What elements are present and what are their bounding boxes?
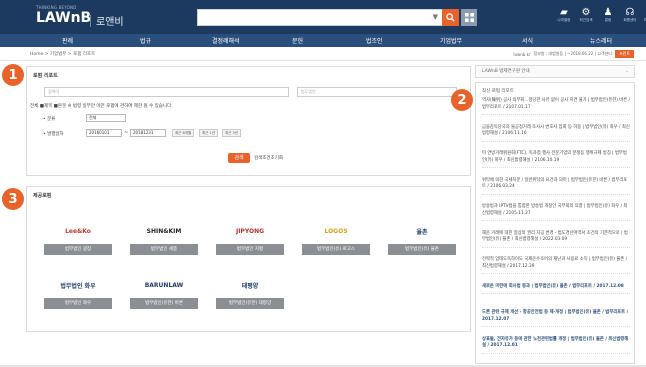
nav-item-4[interactable]: 법조인 <box>366 36 383 45</box>
detail-search-button[interactable] <box>461 9 477 26</box>
alert-icon: ♟ <box>603 7 613 18</box>
site-link[interactable]: lawnb.kr <box>513 52 530 57</box>
report-list-item[interactable]: 미 연방거래위원회(FTC), 독과점 행사 전문기업의 분쟁등 행위규제 방침… <box>482 151 630 168</box>
firm-card[interactable]: 태평양법무법인(유한) 태평양 <box>216 272 284 310</box>
firm-logo: 율촌 <box>416 228 428 236</box>
report-list-item[interactable]: 해운 거래에 대한 협상의 권리 지금 변경 - 법도경산여역서 조건의 기준적… <box>482 231 630 248</box>
logo-text: LAWnB <box>36 10 92 26</box>
header-icon-label: 최근검색 <box>579 18 593 22</box>
nav-item-0[interactable]: 판례 <box>62 36 73 45</box>
firm-logo: LOGOS <box>324 227 348 235</box>
report-list-item[interactable]: 방송법과 IPTV법을 통합한 방송법 개정안 국무회의 의결 | 법무법인(유… <box>482 204 630 221</box>
logo[interactable]: THINKING BEYOND LAWnB 로앤비 <box>36 5 124 28</box>
nav-item-2[interactable]: 결정례해석 <box>212 36 240 45</box>
firm-card[interactable]: JIPYONG 법무법인 지평 <box>216 218 284 256</box>
date-to-input[interactable]: 20181231 <box>130 129 166 137</box>
report-list-item[interactable]: 금융감독당국의 불공정거래 조사시 변호사 입회 등 허용 | 법무법인(유) … <box>482 125 630 142</box>
search-options[interactable]: 전체 ■제목 ■본문 ※ 법령 일부만 어떤 로펌에 관하여 제한 될 수 있습… <box>30 103 171 109</box>
type-label: • 분류 <box>43 117 56 122</box>
sidebar-dropdown-label: LAWnB 법제연구원 안내 <box>482 69 530 74</box>
firm-name: 법무법인 지평 <box>216 244 284 255</box>
report-list-item[interactable]: 상표들, 전자유가 등에 관한 노천관련법률 개정 | 법무법인(유) 율촌 /… <box>482 337 630 354</box>
firm-name: 법무법인(유한) 태평양 <box>216 298 284 309</box>
report-list-item[interactable]: 드론 관련 규제 개선 - 항공안전법 등 제·개정 | 법무법인(유) 율촌 … <box>482 310 630 327</box>
header-icon-label: 회원센터 <box>623 18 637 22</box>
callout-badge-3: 3 <box>2 188 24 210</box>
firm-logo: Lee&Ko <box>65 227 91 235</box>
firm-logo: BARUNLAW <box>144 281 184 289</box>
header-icon-label: 나의열람 <box>557 18 571 22</box>
keyword-input[interactable]: 검색어 <box>44 87 289 97</box>
folder-button[interactable]: ▰ 나의열람 <box>555 7 573 23</box>
nav-item-3[interactable]: 문헌 <box>292 36 303 45</box>
firm-card[interactable]: Lee&Ko 법무법인 광장 <box>44 218 112 256</box>
report-list-item[interactable]: 전략적 업태도독하이도 국제운수조어의 재난과 사용료 소득 | 법무법인(유)… <box>482 257 630 274</box>
firm-card[interactable]: BARUNLAW 법무법인(유한) 바른 <box>130 272 198 310</box>
chip-3years[interactable]: 최근 3년 <box>222 129 241 137</box>
firm-card[interactable]: 율촌법무법인(유) 율촌 <box>388 218 456 256</box>
firm-logo: 태평양 <box>241 282 259 290</box>
reset-filters-link[interactable]: 검색조건초기화 <box>254 155 283 161</box>
date-label: • 발행일자 <box>43 132 64 137</box>
latest-reports-list: 최신 로펌 리포트 역사(陳列) 공사 의무화...정당한 사유 없이 공사 지… <box>475 82 635 364</box>
panel-title: 제공로펌 <box>33 193 52 199</box>
callout-badge-1: 1 <box>2 64 24 86</box>
callout-badge-2: 2 <box>451 89 473 111</box>
chevron-down-icon: ⌄ <box>625 69 629 74</box>
date-range-dash: ~ <box>124 130 129 136</box>
nav-item-1[interactable]: 법규 <box>140 36 151 45</box>
grid-icon <box>464 13 474 22</box>
firm-name: 법무법인 세종 <box>130 244 198 255</box>
print-button[interactable]: 프린트 <box>614 50 634 58</box>
panel-title: 로펌 리포트 <box>33 73 58 79</box>
report-list-item[interactable]: 위탁에 의한 국세처분 / 일반위탁의 요건과 의미 | 법무법인(유한) 바른… <box>482 178 630 195</box>
firm-name: 법무법인(유) 율촌 <box>388 244 456 255</box>
chevron-down-icon[interactable]: ▼ <box>433 13 438 21</box>
nav-item-6[interactable]: 서식 <box>522 36 533 45</box>
headset-icon: ☊ <box>625 7 635 18</box>
firm-card[interactable]: SHIN&KIM 법무법인 세종 <box>130 218 198 256</box>
sidebar-title: 최신 로펌 리포트 <box>482 89 514 94</box>
breadcrumb-row: Home > 기업법무 > 로펌 리포트 lawnb.kr 정보원 : 대법원등… <box>0 49 646 61</box>
nav-item-5[interactable]: 기업법무 <box>440 36 462 45</box>
header-icon-bar: ▰나의열람⚙최근검색♟알림☊회원센터♙마이페이지 <box>555 7 646 23</box>
type-select[interactable]: 전체 <box>86 114 126 122</box>
source-info: 정보원 : 대법원등 | ~2018.06.22 | 고객센터 <box>533 51 612 56</box>
top-header: THINKING BEYOND LAWnB 로앤비 ▼ ▰ 나의열람 ⚙ 최근검색 ♟ 알… <box>0 0 646 34</box>
firm-logo: 법무법인 화우 <box>60 282 96 290</box>
headset-button[interactable]: ☊ 회원센터 <box>621 7 639 23</box>
firm-name: 법무법인(유) 로고스 <box>302 244 370 255</box>
firm-name: 법무법인 화우 <box>44 298 112 309</box>
search-settings-button[interactable]: ⚙ 최근검색 <box>577 7 595 23</box>
alert-button[interactable]: ♟ 알림 <box>599 7 617 23</box>
date-from-input[interactable]: 20160101 <box>86 129 122 137</box>
report-list-item[interactable]: 역사(陳列) 공사 의무화...정당한 사유 없이 공사 지연 불가 | 법무법… <box>482 98 630 115</box>
firm-logo: SHIN&KIM <box>146 227 182 235</box>
breadcrumb: Home > 기업법무 > 로펌 리포트 <box>30 52 96 57</box>
logo-subtitle: 로앤비 <box>96 17 124 28</box>
sidebar-dropdown[interactable]: LAWnB 법제연구원 안내 ⌄ <box>475 65 635 78</box>
firm-name: 법무법인 광장 <box>44 244 112 255</box>
firm-card[interactable]: LOGOS 법무법인(유) 로고스 <box>302 218 370 256</box>
firm-name: 법무법인(유한) 바른 <box>130 298 198 309</box>
search-icon <box>446 13 455 22</box>
search-settings-icon: ⚙ <box>581 7 591 18</box>
firm-input[interactable]: 법무법인 <box>297 87 457 97</box>
crumb-tools: lawnb.kr 정보원 : 대법원등 | ~2018.06.22 | 고객센터… <box>513 50 634 58</box>
firm-logo: JIPYONG <box>235 227 265 235</box>
chip-6months[interactable]: 최근 6개월 <box>172 129 195 137</box>
logo-divider <box>90 15 91 27</box>
search-submit-button[interactable]: 검색 <box>228 153 250 163</box>
nav-item-7[interactable]: 뉴스레터 <box>590 36 612 45</box>
global-search-input[interactable]: ▼ <box>197 9 443 26</box>
firms-panel: 제공로펌 <box>26 186 471 332</box>
chip-1year[interactable]: 최근 1년 <box>199 129 218 137</box>
header-icon-label: 알림 <box>604 18 612 22</box>
firm-card[interactable]: 법무법인 화우 법무법인 화우 <box>44 272 112 310</box>
main-nav: 판례 법규 결정례해석 문헌 법조인 기업법무 서식 뉴스레터 <box>0 34 646 47</box>
folder-icon: ▰ <box>560 7 568 18</box>
report-list-item[interactable]: 새로운 미란에 회사법 동과 | 법무법인(유) 율촌 / 법무리포트 / 20… <box>482 284 630 294</box>
search-button[interactable] <box>442 9 459 26</box>
